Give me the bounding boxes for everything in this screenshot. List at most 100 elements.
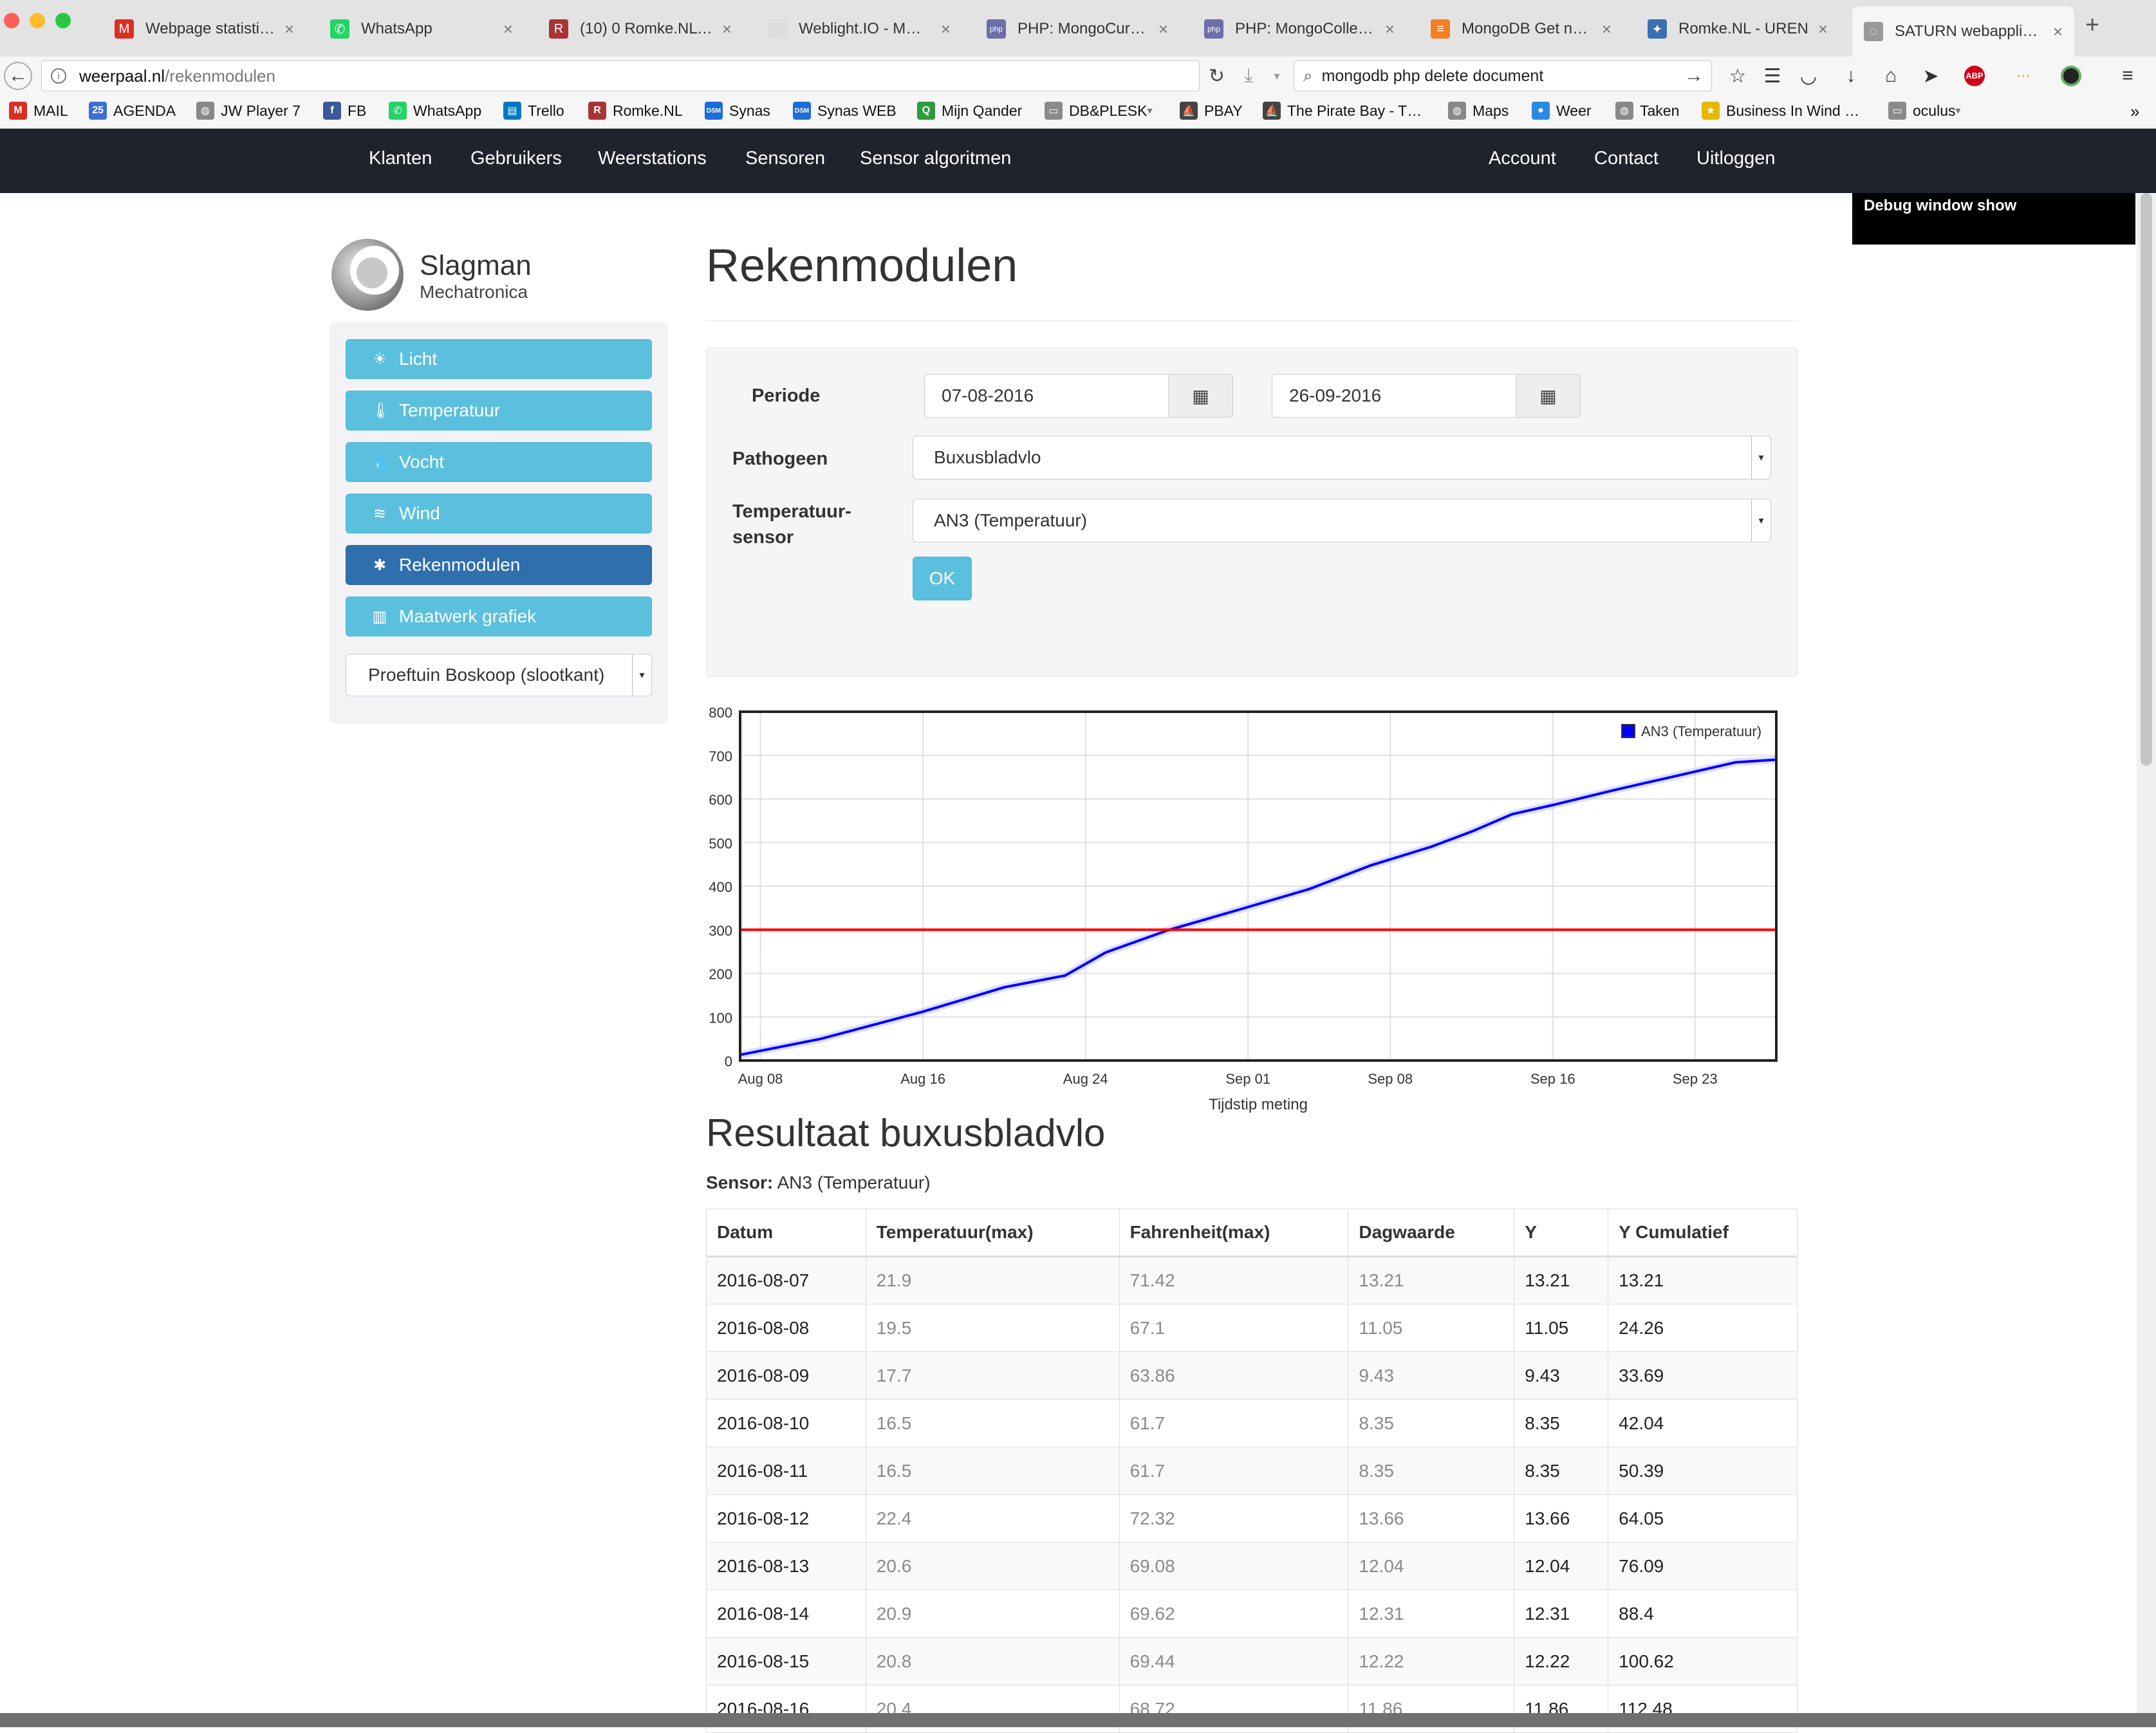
sidebar-item-temperatuur[interactable]: 🌡 Temperatuur — [346, 391, 652, 431]
sidebar-item-maatwerk-grafiek[interactable]: ▥ Maatwerk grafiek — [346, 597, 652, 636]
calendar-icon[interactable]: ▦ — [1516, 374, 1581, 418]
browser-tab[interactable]: ◌ SATURN webapplic… × — [1852, 6, 2074, 57]
sidebar-item-wind[interactable]: ≋ Wind — [346, 494, 652, 533]
nav-weerstations[interactable]: Weerstations — [598, 148, 707, 169]
date-to-input[interactable]: 26-09-2016 — [1272, 374, 1516, 418]
sidebar-item-rekenmodulen[interactable]: ✱ Rekenmodulen — [346, 545, 652, 585]
column-header[interactable]: Fahrenheit(max) — [1119, 1209, 1349, 1257]
bookmark-item[interactable]: f FB — [323, 102, 366, 120]
calendar-icon[interactable]: ▦ — [1169, 374, 1233, 418]
browser-tab[interactable]: M Webpage statistiek… × — [103, 6, 306, 51]
pathogeen-select[interactable]: Buxusbladvlo ▾ — [913, 436, 1771, 479]
bookmark-item[interactable]: 25 AGENDA — [89, 102, 176, 120]
company-logo[interactable]: Slagman Mechatronica — [330, 237, 561, 314]
adblock-icon[interactable]: ABP — [1962, 63, 1987, 89]
sidebar-item-vocht[interactable]: 💧 Vocht — [346, 442, 652, 482]
nav-uitloggen[interactable]: Uitloggen — [1696, 148, 1776, 169]
menu-icon[interactable]: ≡ — [2115, 63, 2141, 89]
sidebar-item-licht[interactable]: ☀ Licht — [346, 339, 652, 379]
download-icon[interactable]: ⤓ — [1236, 63, 1261, 89]
bookmark-item[interactable]: ◍ JW Player 7 — [196, 102, 301, 120]
bookmark-item[interactable]: ⛵ The Pirate Bay - T… — [1263, 102, 1422, 120]
column-header[interactable]: Temperatuur(max) — [865, 1209, 1120, 1257]
bookmark-item[interactable]: R Romke.NL — [588, 102, 683, 120]
close-icon[interactable]: × — [1385, 19, 1395, 39]
close-icon[interactable]: × — [1158, 19, 1168, 39]
trello-icon: ▤ — [503, 102, 521, 120]
y-tick-label: 0 — [725, 1053, 732, 1070]
sidebar-item-label: Wind — [399, 503, 440, 523]
nav-klanten[interactable]: Klanten — [369, 148, 432, 169]
back-icon[interactable]: ← — [4, 62, 32, 90]
send-icon[interactable]: ➤ — [1918, 63, 1944, 89]
scrollbar-thumb[interactable] — [2141, 193, 2152, 766]
close-icon[interactable]: × — [2053, 22, 2063, 42]
pocket-icon[interactable]: ◡ — [1796, 63, 1821, 89]
bookmark-item[interactable]: ▭ DB&PLESK ▾ — [1045, 102, 1152, 120]
bookmark-item[interactable]: DSM Synas — [705, 102, 770, 120]
browser-tab[interactable]: R (10) 0 Romke.NL | T… × — [537, 6, 743, 51]
close-icon[interactable]: × — [1818, 19, 1828, 39]
window-close-button[interactable] — [4, 13, 19, 28]
bookmark-item[interactable]: ⛵ PBAY — [1180, 102, 1243, 120]
extension-icon[interactable]: ⋯ — [2011, 63, 2036, 89]
bookmark-item[interactable]: ★ Business In Wind … — [1702, 102, 1859, 120]
whatsapp-icon: ✆ — [389, 102, 407, 120]
site-info-icon[interactable]: i — [51, 68, 66, 84]
star-icon[interactable]: ☆ — [1725, 63, 1751, 89]
romke-icon: R — [549, 19, 568, 39]
bookmarks-overflow-icon[interactable]: » — [2130, 102, 2139, 122]
table-row: 2016-08-14 20.9 69.62 12.31 12.31 88.4 — [706, 1589, 1798, 1638]
debug-window-toggle[interactable]: Debug window show — [1852, 193, 2135, 245]
bookmark-item[interactable]: ▭ oculus ▾ — [1888, 102, 1961, 120]
browser-tab[interactable]: ✆ WhatsApp × — [319, 6, 525, 51]
address-bar[interactable]: i weerpaal.nl/rekenmodulen ↻ — [41, 60, 1225, 91]
bookmark-item[interactable]: M MAIL — [9, 102, 68, 120]
search-go-icon[interactable]: → — [1684, 65, 1704, 87]
table-row: 2016-08-12 22.4 72.32 13.66 13.66 64.05 — [706, 1494, 1798, 1543]
page-scrollbar[interactable] — [2137, 193, 2156, 1718]
bookmark-item[interactable]: ✆ WhatsApp — [389, 102, 481, 120]
search-input[interactable]: ⌕ mongodb php delete document → — [1294, 60, 1712, 91]
column-header[interactable]: Y — [1514, 1209, 1609, 1257]
location-select[interactable]: Proeftuin Boskoop (slootkant) ▾ — [346, 654, 652, 696]
bookmark-item[interactable]: ◍ Taken — [1615, 102, 1679, 120]
bookmark-item[interactable]: ● Weer — [1532, 102, 1592, 120]
nav-contact[interactable]: Contact — [1594, 148, 1659, 169]
color-picker-icon[interactable] — [2058, 63, 2084, 89]
nav-sensor-algoritmen[interactable]: Sensor algoritmen — [860, 148, 1011, 169]
column-header[interactable]: Datum — [706, 1209, 866, 1257]
bookmark-item[interactable]: ▤ Trello — [503, 102, 564, 120]
sensor-select[interactable]: AN3 (Temperatuur) ▾ — [913, 499, 1771, 542]
column-header[interactable]: Y Cumulatief — [1608, 1209, 1798, 1257]
dropdown-icon[interactable]: ▾ — [1264, 63, 1290, 89]
close-icon[interactable]: × — [1602, 19, 1612, 39]
bookmark-item[interactable]: Q Mijn Qander — [917, 102, 1022, 120]
close-icon[interactable]: × — [284, 19, 294, 39]
window-zoom-button[interactable] — [55, 13, 71, 28]
nav-account[interactable]: Account — [1489, 148, 1556, 169]
nav-gebruikers[interactable]: Gebruikers — [470, 148, 562, 169]
browser-tab[interactable]: ≡ MongoDB Get nam… × — [1419, 6, 1623, 51]
column-header[interactable]: Dagwaarde — [1348, 1209, 1515, 1257]
table-cell: 12.04 — [1348, 1542, 1515, 1590]
nav-sensoren[interactable]: Sensoren — [745, 148, 825, 169]
home-icon[interactable]: ⌂ — [1878, 63, 1904, 89]
close-icon[interactable]: × — [503, 19, 513, 39]
pirate-icon: ⛵ — [1263, 102, 1281, 120]
browser-tab[interactable]: php PHP: MongoCollecti… × — [1193, 6, 1406, 51]
reading-list-icon[interactable]: ☰ — [1760, 63, 1785, 89]
browser-tab[interactable]: php PHP: MongoCursor:… × — [975, 6, 1180, 51]
browser-tab[interactable]: Weblight.IO - MONGO × — [756, 6, 962, 51]
window-minimize-button[interactable] — [30, 13, 45, 28]
close-icon[interactable]: × — [941, 19, 951, 39]
new-tab-button[interactable]: + — [2085, 12, 2099, 39]
bookmark-item[interactable]: DSM Synas WEB — [793, 102, 897, 120]
ok-button[interactable]: OK — [913, 557, 972, 600]
downloads-icon[interactable]: ↓ — [1838, 63, 1864, 89]
close-icon[interactable]: × — [722, 19, 732, 39]
date-from-input[interactable]: 07-08-2016 — [924, 374, 1169, 418]
browser-tab[interactable]: ✦ Romke.NL - UREN × — [1636, 6, 1839, 51]
reload-icon[interactable]: ↻ — [1209, 65, 1225, 88]
bookmark-item[interactable]: ◍ Maps — [1448, 102, 1509, 120]
